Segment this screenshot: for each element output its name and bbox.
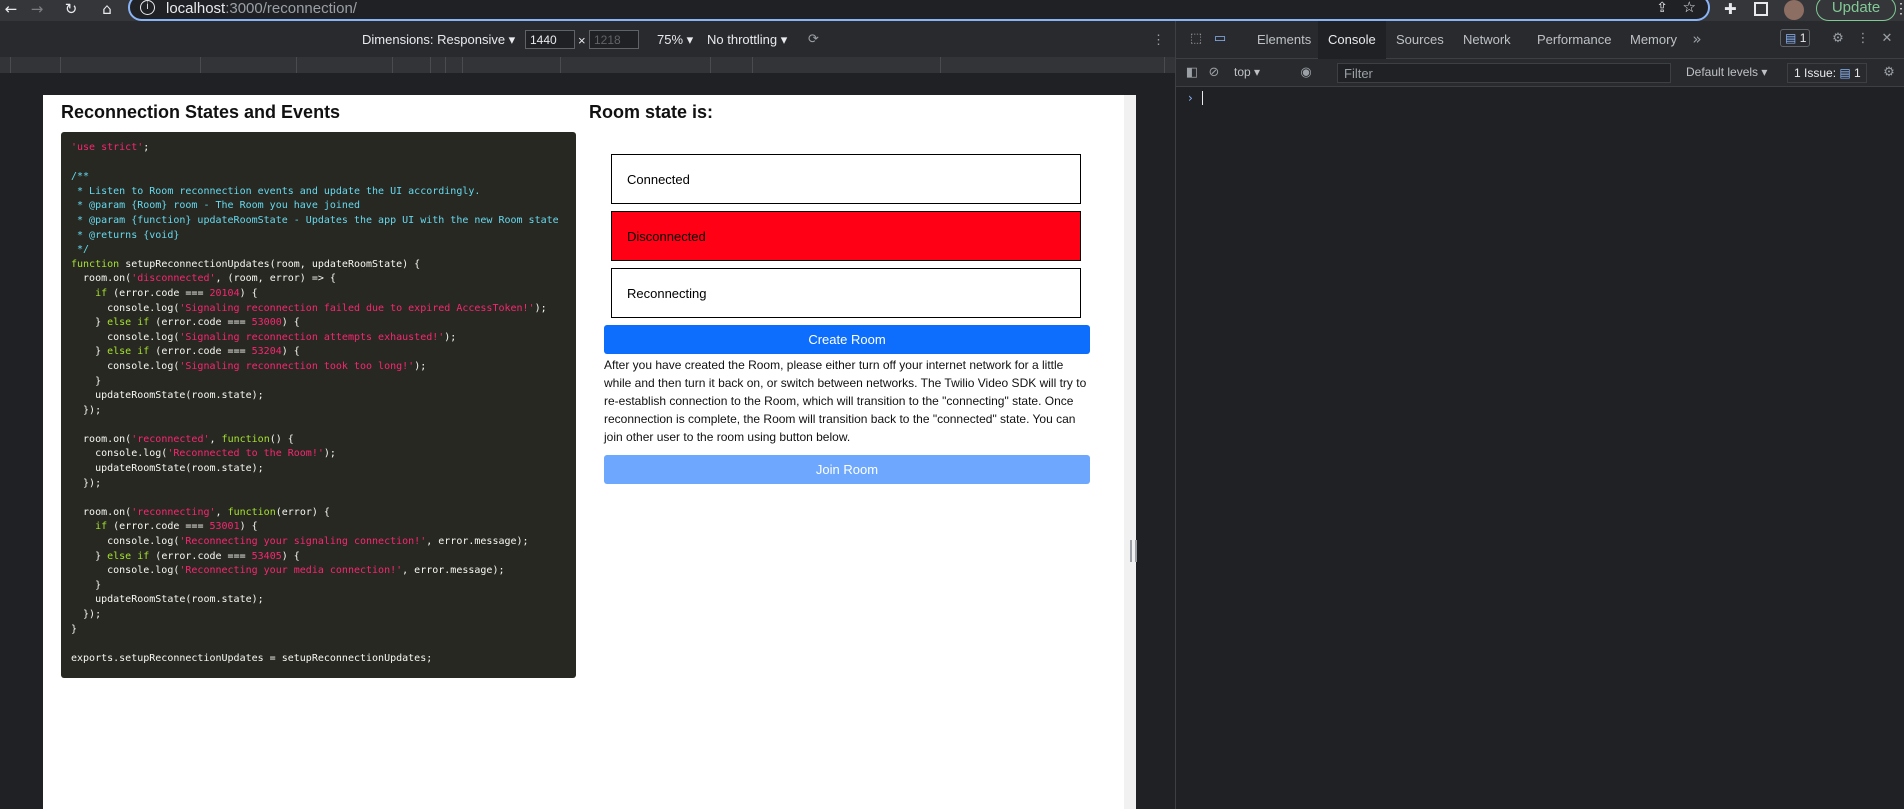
console-input[interactable]	[1202, 91, 1203, 105]
sidebar-toggle-icon[interactable]: ◧	[1184, 65, 1200, 81]
inspect-icon[interactable]: ⬚	[1188, 31, 1204, 47]
star-icon[interactable]: ☆	[1683, 0, 1696, 16]
join-room-button[interactable]: Join Room	[604, 455, 1090, 484]
throttling-select[interactable]: No throttling ▾	[707, 32, 787, 48]
console-prompt-icon: ›	[1188, 91, 1193, 105]
info-text: After you have created the Room, please …	[604, 358, 1087, 444]
devtools-tabs: ⬚ ▭ Elements Console Sources Network Per…	[1176, 21, 1904, 59]
zoom-select[interactable]: 75% ▾	[657, 32, 693, 48]
dimensions-select[interactable]: Dimensions: Responsive ▾	[362, 32, 515, 48]
issues-button[interactable]: 1 Issue: ▤ 1	[1787, 63, 1867, 83]
info-icon[interactable]: i	[140, 0, 155, 15]
update-button[interactable]: Update	[1816, 0, 1896, 21]
left-title: Reconnection States and Events	[61, 102, 341, 122]
tab-network[interactable]: Network	[1453, 21, 1521, 59]
tab-performance[interactable]: Performance	[1527, 21, 1621, 59]
clear-console-icon[interactable]: ⊘	[1206, 65, 1222, 81]
viewport-scrollbar[interactable]	[1124, 95, 1136, 809]
height-input[interactable]: 1218	[589, 30, 639, 49]
state-connected: Connected	[611, 154, 1081, 204]
home-icon[interactable]: ⌂	[96, 0, 118, 20]
extensions-icon[interactable]: ✚	[1724, 0, 1737, 18]
tab-memory[interactable]: Memory	[1620, 21, 1687, 59]
more-tabs-icon[interactable]: »	[1689, 31, 1705, 47]
settings-icon[interactable]: ⚙	[1830, 31, 1846, 47]
tab-sources[interactable]: Sources	[1386, 21, 1454, 59]
width-input[interactable]: 1440	[525, 30, 575, 49]
device-mode-icon[interactable]: ▭	[1212, 31, 1228, 47]
menu-icon[interactable]: ⋮	[1894, 0, 1904, 17]
close-icon[interactable]: ✕	[1879, 31, 1895, 47]
state-disconnected: Disconnected	[611, 211, 1081, 261]
page-viewport: Reconnection States and Events 'use stri…	[43, 95, 1124, 809]
media-query-bar[interactable]	[0, 57, 1175, 73]
rotate-icon[interactable]: ⟳	[808, 32, 819, 47]
filter-input[interactable]: Filter	[1337, 63, 1671, 83]
times-symbol: ×	[578, 33, 586, 48]
device-menu-icon[interactable]: ⋮	[1152, 32, 1165, 48]
resize-handle[interactable]	[1130, 540, 1137, 562]
share-icon[interactable]: ⇪	[1656, 0, 1668, 16]
console-toolbar: ◧ ⊘ top ▾ ◉ Filter Default levels ▾ 1 Is…	[1176, 59, 1904, 87]
forward-icon[interactable]: →	[26, 0, 48, 20]
url-text: localhost:3000/reconnection/	[166, 0, 357, 17]
reload-icon[interactable]: ↻	[60, 0, 82, 20]
tab-elements[interactable]: Elements	[1247, 21, 1321, 59]
create-room-button[interactable]: Create Room	[604, 325, 1090, 354]
sidepanel-icon[interactable]	[1754, 2, 1768, 16]
levels-select[interactable]: Default levels ▾	[1686, 65, 1767, 79]
code-block: 'use strict'; /** * Listen to Room recon…	[61, 132, 576, 678]
device-toolbar: Dimensions: Responsive ▾ 1440 × 1218 75%…	[0, 21, 1175, 58]
right-title: Room state is:	[589, 102, 714, 122]
state-reconnecting: Reconnecting	[611, 268, 1081, 318]
console-settings-icon[interactable]: ⚙	[1881, 65, 1897, 81]
devtools-menu-icon[interactable]: ⋮	[1855, 31, 1871, 47]
eye-icon[interactable]: ◉	[1298, 65, 1314, 81]
messages-badge[interactable]: ▤ 1	[1780, 29, 1810, 47]
back-icon[interactable]: ←	[0, 0, 22, 20]
tab-console[interactable]: Console	[1318, 21, 1386, 59]
browser-toolbar: ← → ↻ ⌂ i localhost:3000/reconnection/ ⇪…	[0, 0, 1904, 21]
devtools-panel: ⬚ ▭ Elements Console Sources Network Per…	[1175, 21, 1904, 809]
avatar[interactable]	[1784, 0, 1804, 20]
context-select[interactable]: top ▾	[1234, 65, 1260, 79]
address-bar[interactable]: i localhost:3000/reconnection/ ⇪ ☆	[128, 0, 1710, 21]
